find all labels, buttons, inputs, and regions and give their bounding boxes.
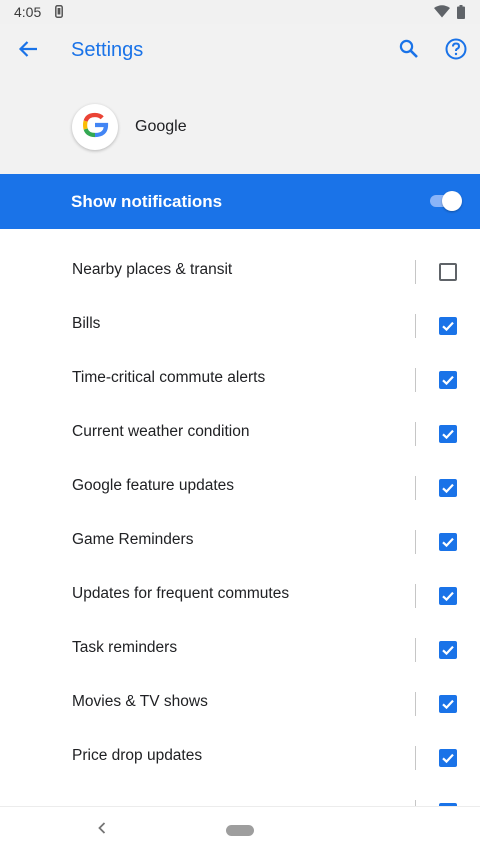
channel-label: Movies & TV shows — [72, 693, 208, 710]
divider — [415, 422, 416, 446]
list-item[interactable] — [0, 785, 480, 806]
divider — [415, 260, 416, 284]
divider — [415, 476, 416, 500]
list-item[interactable]: Price drop updates — [0, 731, 480, 785]
list-item[interactable]: Movies & TV shows — [0, 677, 480, 731]
list-item[interactable]: Task reminders — [0, 623, 480, 677]
channel-checkbox[interactable] — [439, 641, 457, 659]
list-item[interactable]: Google feature updates — [0, 461, 480, 515]
arrow-back-icon — [18, 40, 38, 63]
list-item[interactable]: Current weather condition — [0, 407, 480, 461]
nav-back-button[interactable] — [92, 820, 112, 840]
divider — [415, 368, 416, 392]
channel-checkbox[interactable] — [439, 371, 457, 389]
nav-back-icon — [97, 821, 107, 839]
list-item[interactable]: Nearby places & transit — [0, 245, 480, 299]
page-title: Settings — [71, 39, 144, 61]
nav-home-pill[interactable] — [226, 825, 254, 836]
channel-label: Game Reminders — [72, 531, 194, 548]
google-logo-icon — [80, 110, 110, 145]
show-notifications-row[interactable]: Show notifications — [0, 174, 480, 229]
channel-label: Price drop updates — [72, 747, 203, 764]
app-header: Settings Google — [0, 24, 480, 174]
help-button[interactable] — [440, 36, 472, 66]
divider — [415, 746, 416, 770]
sim-card-icon — [55, 5, 63, 23]
battery-icon — [457, 5, 465, 24]
wifi-icon — [434, 5, 450, 23]
status-bar: 4:05 — [0, 0, 480, 24]
app-logo — [72, 104, 118, 150]
channel-checkbox[interactable] — [439, 533, 457, 551]
divider — [415, 530, 416, 554]
status-time: 4:05 — [14, 4, 42, 20]
back-button[interactable] — [10, 36, 46, 66]
channel-label: Time-critical commute alerts — [72, 369, 266, 386]
system-nav-bar — [0, 806, 480, 853]
list-item[interactable]: Time-critical commute alerts — [0, 353, 480, 407]
app-name: Google — [135, 118, 187, 135]
channel-checkbox[interactable] — [439, 587, 457, 605]
divider — [415, 584, 416, 608]
channel-checkbox[interactable] — [439, 749, 457, 767]
channel-label: Task reminders — [72, 639, 178, 656]
list-item[interactable]: Game Reminders — [0, 515, 480, 569]
divider — [415, 638, 416, 662]
channel-label: Bills — [72, 315, 101, 332]
channel-checkbox[interactable] — [439, 317, 457, 335]
notification-channel-list: Nearby places & transit Bills Time-criti… — [0, 229, 480, 806]
toggle-thumb — [442, 191, 462, 211]
channel-checkbox[interactable] — [439, 479, 457, 497]
search-button[interactable] — [392, 36, 426, 66]
list-item[interactable]: Bills — [0, 299, 480, 353]
channel-label: Updates for frequent commutes — [72, 585, 290, 602]
divider — [415, 314, 416, 338]
divider — [415, 692, 416, 716]
channel-label: Nearby places & transit — [72, 261, 233, 278]
show-notifications-label: Show notifications — [71, 192, 223, 211]
channel-checkbox[interactable] — [439, 425, 457, 443]
list-item[interactable]: Updates for frequent commutes — [0, 569, 480, 623]
search-icon — [399, 39, 419, 64]
help-icon — [445, 38, 467, 65]
channel-label: Current weather condition — [72, 423, 250, 440]
channel-checkbox[interactable] — [439, 263, 457, 281]
channel-label: Google feature updates — [72, 477, 235, 494]
show-notifications-toggle[interactable] — [428, 191, 464, 211]
channel-checkbox[interactable] — [439, 695, 457, 713]
